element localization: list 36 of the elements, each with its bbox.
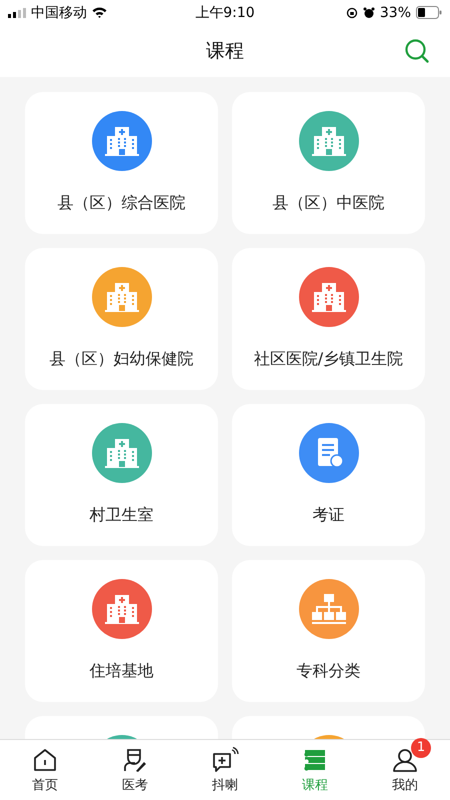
tab-item[interactable]: 课程 — [270, 740, 360, 800]
course-card[interactable]: 考证 — [232, 404, 425, 546]
chat-plus-icon — [211, 746, 239, 772]
notification-badge: 1 — [411, 738, 431, 758]
course-label: 社区医院/乡镇卫生院 — [254, 349, 404, 370]
tab-item[interactable]: 抖喇 — [180, 740, 270, 800]
course-card[interactable]: 村卫生室 — [25, 404, 218, 546]
course-card[interactable]: 县（区）中医院 — [232, 92, 425, 234]
battery-icon — [416, 6, 442, 19]
tab-item[interactable]: 首页 — [0, 740, 90, 800]
page-title: 课程 — [206, 39, 244, 64]
tab-item[interactable]: 医考 — [90, 740, 180, 800]
course-card[interactable]: 专科分类 — [232, 560, 425, 702]
signal-icon — [8, 8, 26, 18]
battery-percent: 33% — [380, 4, 411, 20]
course-label: 县（区）综合医院 — [58, 193, 186, 214]
search-icon[interactable] — [404, 38, 430, 64]
course-card[interactable]: 社区医院/乡镇卫生院 — [232, 248, 425, 390]
tab-item[interactable]: 1 我的 — [360, 740, 450, 800]
status-time: 上午9:10 — [195, 4, 255, 22]
wifi-icon — [92, 7, 107, 18]
home-icon — [32, 746, 58, 772]
course-label: 考证 — [312, 505, 344, 526]
course-label: 住培基地 — [90, 661, 154, 682]
course-card[interactable]: 住培基地 — [25, 560, 218, 702]
carrier-name: 中国移动 — [31, 4, 87, 22]
course-label: 县（区）中医院 — [272, 193, 384, 214]
course-card[interactable]: 县（区）妇幼保健院 — [25, 248, 218, 390]
course-label: 村卫生室 — [90, 505, 154, 526]
course-label: 县（区）妇幼保健院 — [50, 349, 194, 370]
doctor-icon — [122, 746, 148, 772]
rotation-lock-icon — [346, 6, 358, 18]
person-icon — [392, 746, 418, 772]
alarm-icon — [362, 6, 375, 18]
course-label: 专科分类 — [296, 661, 360, 682]
course-card[interactable]: 县（区）综合医院 — [25, 92, 218, 234]
